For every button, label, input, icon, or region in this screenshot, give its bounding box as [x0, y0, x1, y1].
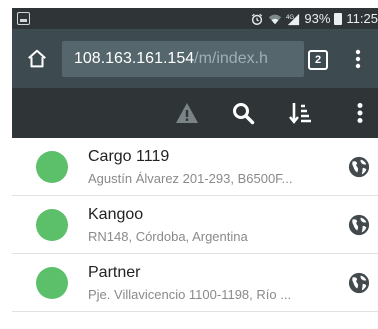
wifi-icon	[269, 14, 282, 24]
status-indicators: 4G 93% 11:25	[250, 8, 378, 29]
status-indicator	[36, 209, 68, 241]
home-icon[interactable]	[26, 48, 48, 70]
screen: 4G 93% 11:25 108.163.161.154/m/index.h 2	[0, 0, 378, 329]
vehicle-list: Cargo 1119 Agustín Álvarez 201-293, B650…	[12, 138, 378, 312]
left-margin	[0, 0, 12, 329]
globe-icon[interactable]	[348, 272, 370, 294]
list-item[interactable]: Cargo 1119 Agustín Álvarez 201-293, B650…	[12, 138, 378, 196]
status-indicator	[36, 151, 68, 183]
browser-url-bar: 108.163.161.154/m/index.h 2	[12, 29, 378, 88]
vehicle-address: RN148, Córdoba, Argentina	[88, 229, 248, 244]
notification-icon	[17, 12, 30, 25]
alarm-icon	[252, 13, 263, 25]
globe-icon[interactable]	[348, 156, 370, 178]
overflow-menu-icon[interactable]	[348, 101, 372, 125]
tabs-icon[interactable]: 2	[308, 50, 328, 70]
overflow-menu-icon[interactable]	[354, 48, 362, 70]
network-type-label: 4G	[286, 14, 294, 21]
status-indicator	[36, 267, 68, 299]
vehicle-address: Agustín Álvarez 201-293, B6500F...	[88, 171, 293, 186]
battery-percent: 93%	[304, 11, 331, 26]
vehicle-address: Pje. Villavicencio 1100-1198, Río ...	[88, 287, 292, 302]
tab-count: 2	[314, 54, 322, 66]
url-path: /m/index.h	[194, 50, 268, 67]
status-bar: 4G 93% 11:25	[12, 8, 378, 29]
warning-icon[interactable]	[175, 101, 199, 125]
battery-icon	[334, 12, 343, 25]
clock: 11:25	[346, 11, 378, 26]
address-field[interactable]: 108.163.161.154/m/index.h	[62, 41, 304, 77]
vehicle-name: Cargo 1119	[88, 148, 170, 165]
vehicle-name: Kangoo	[88, 206, 144, 223]
app-toolbar	[12, 88, 378, 138]
sort-icon[interactable]	[288, 101, 312, 125]
vehicle-name: Partner	[88, 264, 141, 281]
globe-icon[interactable]	[348, 214, 370, 236]
url-host: 108.163.161.154	[74, 50, 195, 67]
list-item[interactable]: Partner Pje. Villavicencio 1100-1198, Rí…	[12, 254, 378, 312]
search-icon[interactable]	[231, 101, 255, 125]
signal-icon: 4G	[286, 13, 300, 25]
list-item[interactable]: Kangoo RN148, Córdoba, Argentina	[12, 196, 378, 254]
